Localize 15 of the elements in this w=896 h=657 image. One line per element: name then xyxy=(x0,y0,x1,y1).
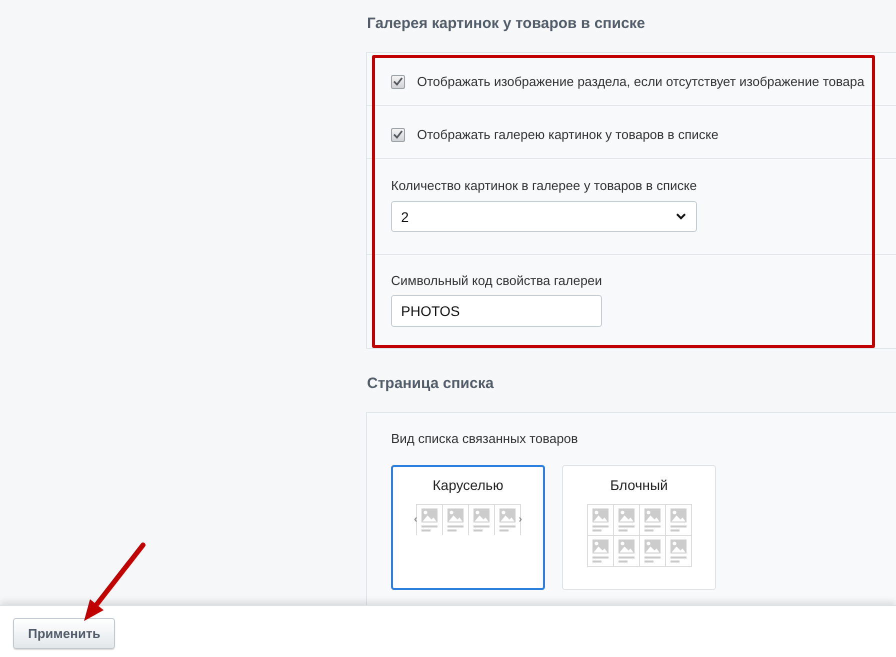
section-title: Галерея картинок у товаров в списке xyxy=(367,15,646,33)
section-title: Страница списка xyxy=(367,375,494,393)
layout-option[interactable]: Каруселью xyxy=(391,465,545,590)
dropdown-select[interactable]: 2 xyxy=(391,201,697,232)
checkbox-label[interactable]: Отображать изображение раздела, если отсутствует изображение товара xyxy=(417,74,864,89)
apply-button[interactable]: Применить xyxy=(13,618,116,649)
chevron-down-icon xyxy=(676,213,686,220)
checkbox-label[interactable]: Отображать галерею картинок у товаров в списке xyxy=(417,127,718,142)
layout-option[interactable]: Блочный xyxy=(562,465,716,590)
field-label: Количество картинок в галерее у товаров в списке xyxy=(391,178,697,194)
checkbox[interactable] xyxy=(391,74,405,88)
checkbox[interactable] xyxy=(391,128,405,142)
text-field[interactable]: PHOTOS xyxy=(391,295,602,327)
field-label: Вид списка связанных товаров xyxy=(391,431,578,447)
field-label: Символьный код свойства галереи xyxy=(391,273,602,289)
